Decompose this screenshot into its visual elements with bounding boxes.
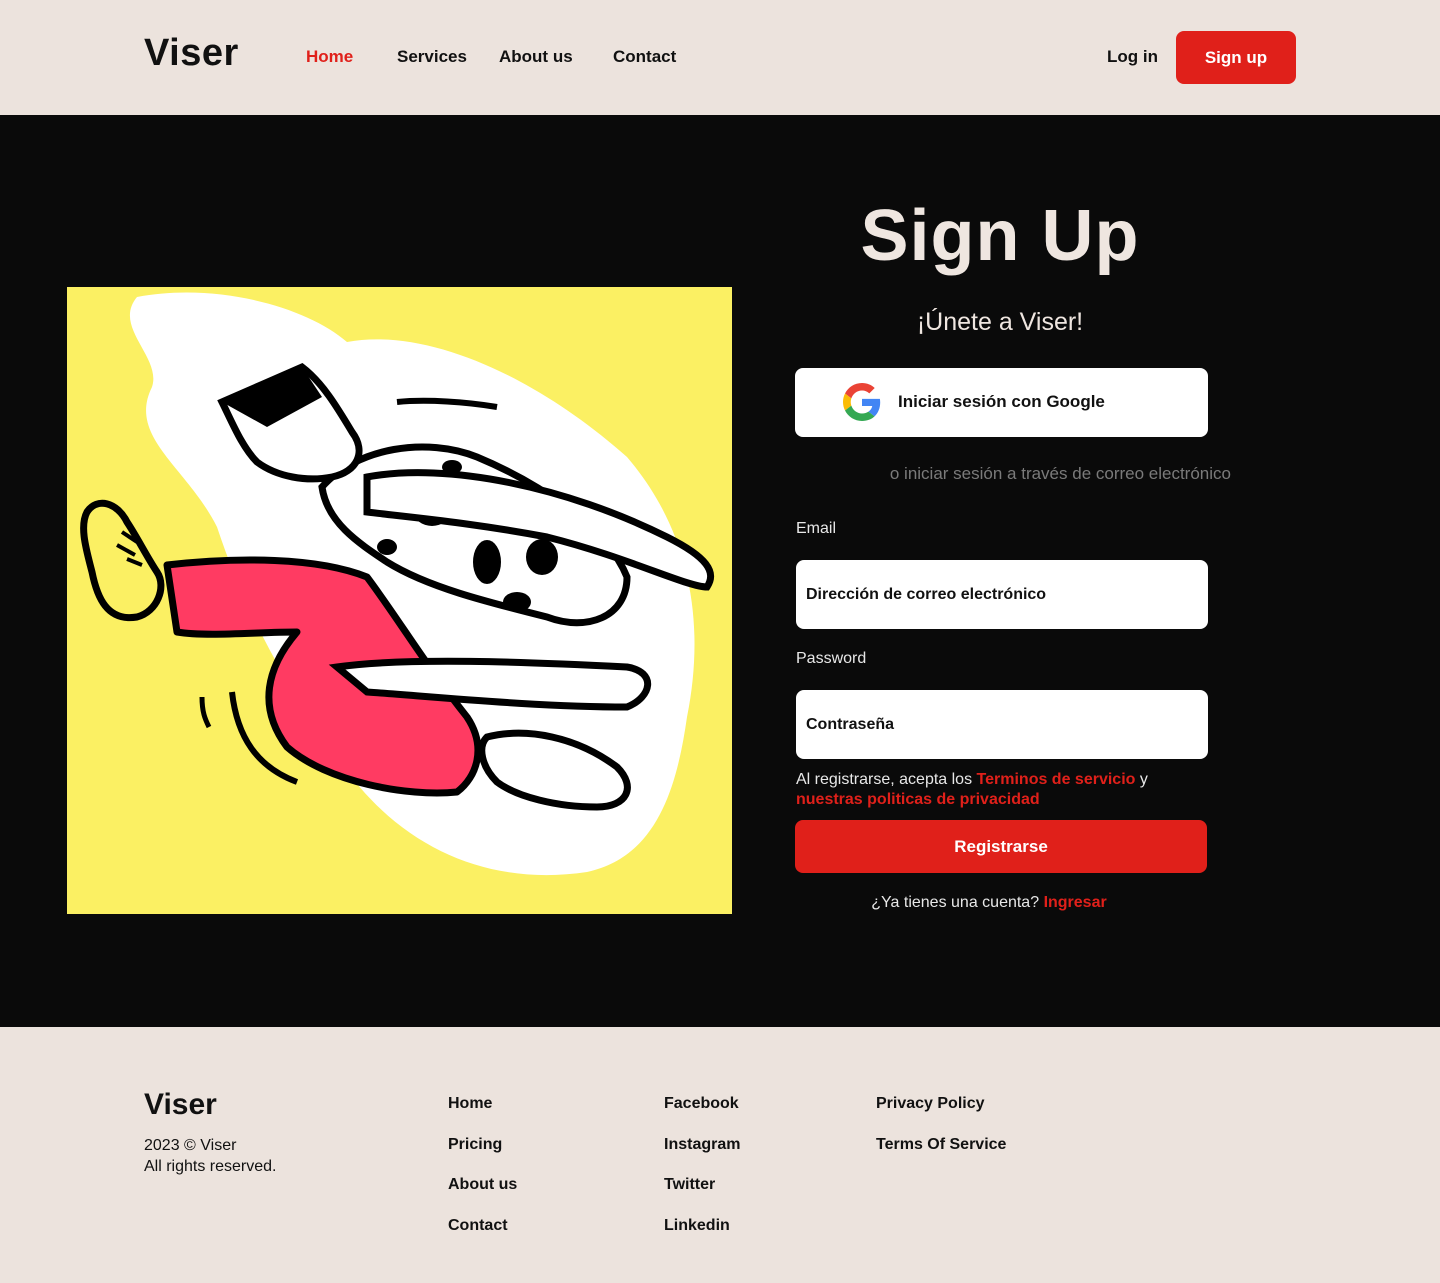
footer-logo[interactable]: Viser — [144, 1088, 217, 1122]
copyright-line-1: 2023 © Viser — [144, 1137, 237, 1154]
google-signin-label: Iniciar sesión con Google — [898, 392, 1105, 411]
terms-of-service-link[interactable]: Terminos de servicio — [977, 771, 1136, 788]
have-account-text: ¿Ya tienes una cuenta? — [871, 894, 1040, 911]
page-subtitle: ¡Únete a Viser! — [916, 308, 1084, 336]
copyright-line-2: All rights reserved. — [144, 1158, 277, 1175]
footer-link-privacy-policy[interactable]: Privacy Policy — [876, 1095, 985, 1113]
login-link-bottom[interactable]: Ingresar — [1044, 894, 1107, 911]
google-signin-button[interactable]: Iniciar sesión con Google — [795, 368, 1208, 437]
site-footer: Viser 2023 © Viser All rights reserved. … — [0, 1027, 1440, 1283]
footer-link-contact[interactable]: Contact — [448, 1217, 508, 1235]
terms-joiner: y — [1139, 771, 1148, 788]
footer-copyright: 2023 © Viser All rights reserved. — [144, 1135, 277, 1177]
logo[interactable]: Viser — [144, 32, 239, 75]
nav-contact[interactable]: Contact — [613, 47, 676, 67]
login-link[interactable]: Log in — [1107, 47, 1158, 67]
footer-link-linkedin[interactable]: Linkedin — [664, 1217, 730, 1235]
footer-link-about-us[interactable]: About us — [448, 1176, 517, 1194]
footer-link-home[interactable]: Home — [448, 1095, 492, 1113]
password-field[interactable] — [796, 690, 1208, 759]
google-icon — [843, 383, 881, 421]
terms-prefix: Al registrarse, acepta los — [796, 771, 973, 788]
terms-notice: Al registrarse, acepta los Terminos de s… — [796, 770, 1216, 810]
footer-link-instagram[interactable]: Instagram — [664, 1136, 740, 1154]
signup-button[interactable]: Sign up — [1176, 31, 1296, 84]
register-button[interactable]: Registrarse — [795, 820, 1207, 873]
footer-link-twitter[interactable]: Twitter — [664, 1176, 715, 1194]
nav-about-us[interactable]: About us — [499, 47, 573, 67]
hero-illustration — [67, 287, 732, 914]
email-field[interactable] — [796, 560, 1208, 629]
nav-services[interactable]: Services — [397, 47, 467, 67]
site-header: Viser Home Services About us Contact Log… — [0, 0, 1440, 115]
nav-home[interactable]: Home — [306, 47, 353, 67]
privacy-policy-link[interactable]: nuestras politicas de privacidad — [796, 791, 1040, 808]
password-label: Password — [796, 650, 867, 667]
footer-link-terms-of-service[interactable]: Terms Of Service — [876, 1136, 1006, 1154]
footer-link-facebook[interactable]: Facebook — [664, 1095, 739, 1113]
have-account-line: ¿Ya tienes una cuenta? Ingresar — [795, 894, 1183, 912]
email-label: Email — [796, 520, 837, 537]
jumping-person-illustration — [80, 292, 715, 876]
email-divider-text: o iniciar sesión a través de correo elec… — [889, 464, 1231, 483]
signup-section: Sign Up ¡Únete a Viser! Iniciar sesión c… — [0, 115, 1440, 1027]
page-title: Sign Up — [860, 196, 1140, 276]
footer-link-pricing[interactable]: Pricing — [448, 1136, 502, 1154]
